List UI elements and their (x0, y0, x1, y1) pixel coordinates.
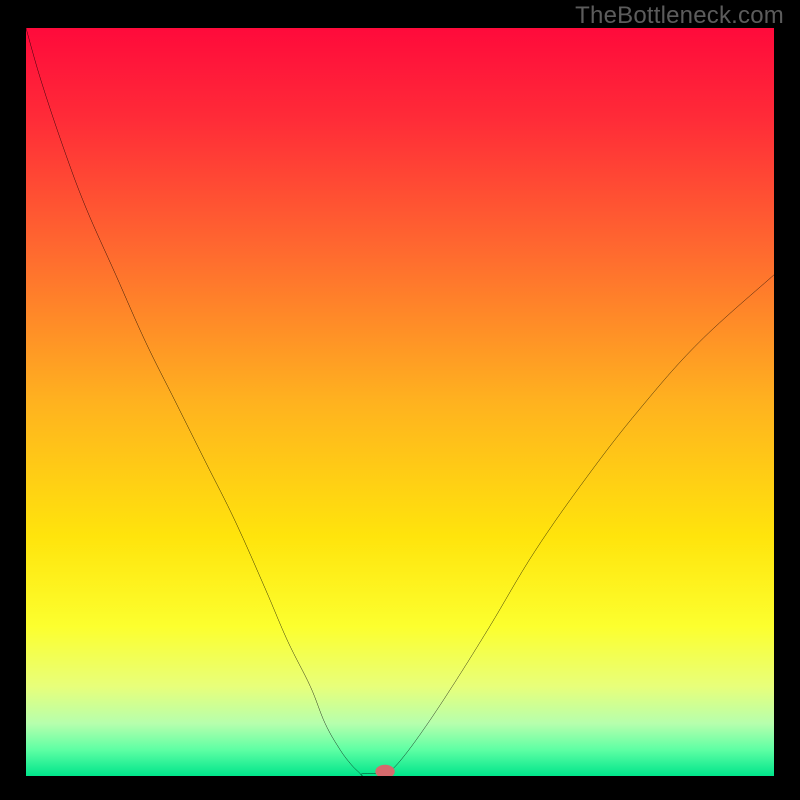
plot-svg (26, 28, 774, 776)
gradient-background (26, 28, 774, 776)
watermark-text: TheBottleneck.com (575, 2, 784, 30)
chart-frame: TheBottleneck.com (0, 0, 800, 800)
plot-area (26, 28, 774, 776)
